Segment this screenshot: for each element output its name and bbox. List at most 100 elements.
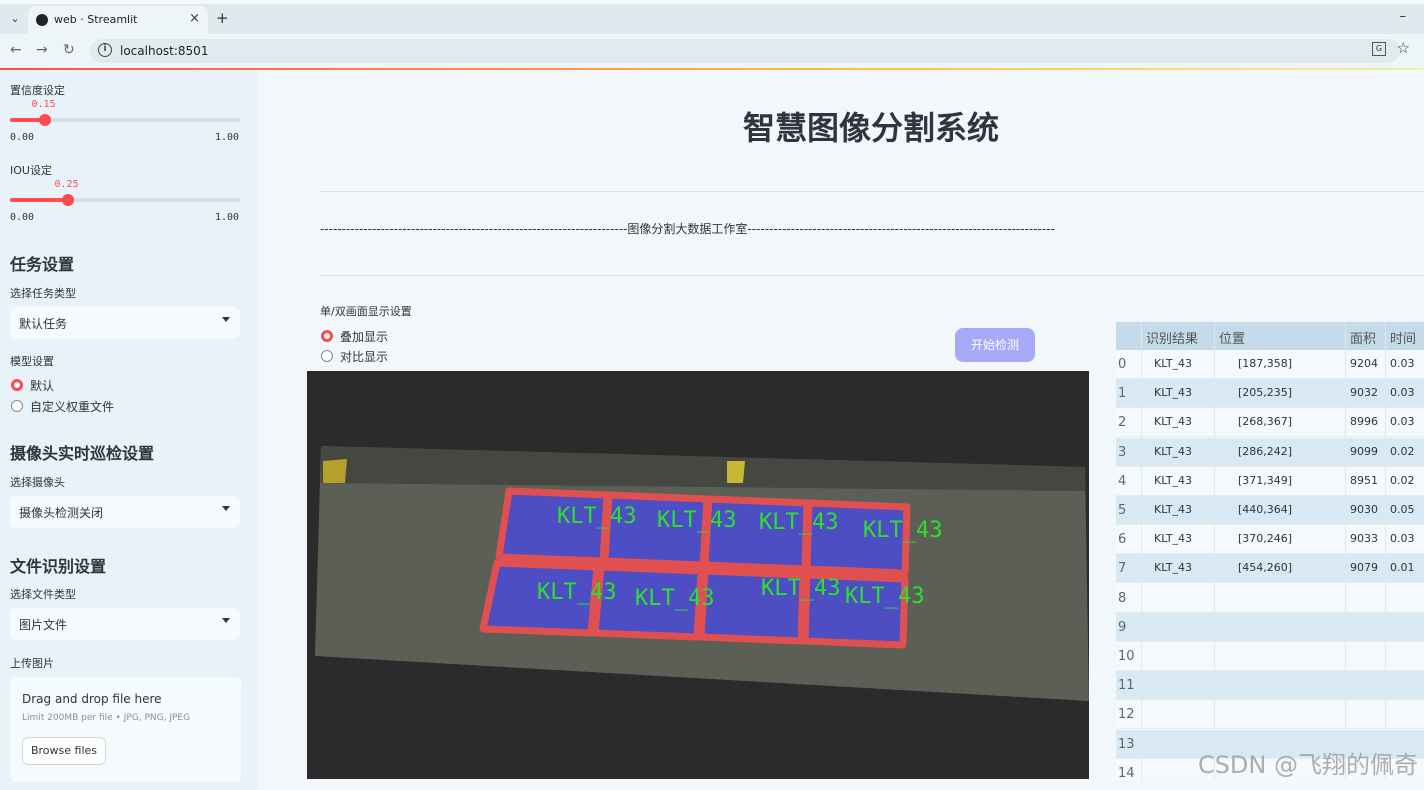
iou-min: 0.00 xyxy=(10,212,35,223)
site-info-icon[interactable]: i xyxy=(98,43,112,57)
tab-list-chevron-icon[interactable]: ⌄ xyxy=(6,10,24,28)
cell-area: 9079 xyxy=(1350,561,1378,575)
table-row: 4 KLT_43 [371,349] 8951 0.02 xyxy=(1116,467,1424,496)
translate-icon[interactable]: G xyxy=(1372,42,1386,56)
yellow-marker xyxy=(323,459,347,483)
confidence-slider[interactable]: 0.15 xyxy=(10,99,240,126)
table-row: 12 xyxy=(1116,700,1424,730)
row-index: 4 xyxy=(1118,473,1127,489)
col-divider xyxy=(1385,322,1386,780)
row-index: 2 xyxy=(1118,415,1127,431)
radio-selected-icon xyxy=(11,379,23,391)
col-divider xyxy=(1141,322,1142,780)
table-row: 6 KLT_43 [370,246] 9033 0.03 xyxy=(1116,525,1424,555)
cell-area: 9032 xyxy=(1350,386,1378,400)
cell-time: 0.03 xyxy=(1390,386,1415,400)
screenshot-frame: ⌄ web · Streamlit × + – ← → ↻ i localhos… xyxy=(0,0,1424,790)
main-content: 智慧图像分割系统 -------------------------------… xyxy=(258,70,1424,790)
cell-time: 0.01 xyxy=(1390,561,1415,575)
row-index: 13 xyxy=(1118,736,1135,752)
header-area[interactable]: 面积 xyxy=(1350,328,1376,347)
camera-select[interactable]: 摄像头检测关闭 xyxy=(10,496,240,528)
url-text: localhost:8501 xyxy=(120,44,209,58)
cell-position: [205,235] xyxy=(1238,386,1293,400)
cell-position: [187,358] xyxy=(1238,357,1293,370)
file-type-select[interactable]: 图片文件 xyxy=(10,608,240,640)
detection-label: KLT_43 xyxy=(761,576,840,601)
cell-area: 9033 xyxy=(1350,532,1378,546)
divider xyxy=(320,275,1424,276)
detection-label: KLT_43 xyxy=(845,584,924,609)
table-row: 0 KLT_43 [187,358] 9204 0.03 xyxy=(1116,350,1424,379)
camera-select-label: 选择摄像头 xyxy=(10,476,65,489)
yellow-post xyxy=(727,461,745,483)
reload-icon[interactable]: ↻ xyxy=(63,42,75,58)
browser-address-bar: ← → ↻ i localhost:8501 G ☆ xyxy=(0,34,1424,68)
confidence-label: 置信度设定 xyxy=(10,84,65,97)
browser-tab[interactable]: web · Streamlit × xyxy=(28,6,208,34)
segmentation-canvas: KLT_43 KLT_43 KLT_43 KLT_43KLT_43 KLT_43 KLT_… xyxy=(315,446,1089,701)
cell-time: 0.02 xyxy=(1390,444,1415,458)
iou-max: 1.00 xyxy=(215,212,240,223)
task-select-label: 选择任务类型 xyxy=(10,287,76,300)
cell-time: 0.02 xyxy=(1390,473,1415,487)
table-row: 7 KLT_43 [454,260] 9079 0.01 xyxy=(1116,554,1424,584)
cell-area: 9030 xyxy=(1350,503,1378,516)
detection-masks: KLT_43 KLT_43 KLT_43 KLT_43KLT_43 KLT_43 KLT_… xyxy=(479,487,942,649)
detection-label: KLT_43 xyxy=(657,508,736,533)
header-time[interactable]: 时间 xyxy=(1390,328,1416,347)
new-tab-icon[interactable]: + xyxy=(216,9,229,27)
start-detection-button[interactable]: 开始检测 xyxy=(955,328,1035,362)
tab-close-icon[interactable]: × xyxy=(189,11,200,26)
row-index: 12 xyxy=(1118,707,1135,723)
cell-position: [454,260] xyxy=(1238,561,1293,575)
chevron-down-icon xyxy=(222,618,230,623)
header-result[interactable]: 识别结果 xyxy=(1146,328,1198,347)
cell-area: 9204 xyxy=(1350,357,1378,370)
cell-result: KLT_43 xyxy=(1154,532,1193,546)
file-select-label: 选择文件类型 xyxy=(10,588,76,601)
iou-slider[interactable]: 0.25 xyxy=(10,179,240,206)
header-position[interactable]: 位置 xyxy=(1219,328,1245,347)
confidence-slider-thumb[interactable] xyxy=(38,114,51,126)
results-table: 识别结果 位置 面积 时间 0 KLT_43 [187,358] 9204 0.03 1 K… xyxy=(1116,322,1424,780)
camera-heading: 摄像头实时巡检设置 xyxy=(10,444,155,463)
result-image: KLT_43 KLT_43 KLT_43 KLT_43 KLT_43 KLT_43 KLT_… xyxy=(307,371,1089,779)
task-select[interactable]: 默认任务 xyxy=(10,307,240,339)
table-row: 3 KLT_43 [286,242] 9099 0.02 xyxy=(1116,437,1424,467)
camera-select-value: 摄像头检测关闭 xyxy=(19,506,104,520)
row-index: 6 xyxy=(1118,532,1127,548)
browse-files-button[interactable]: Browse files xyxy=(22,737,106,765)
cell-position: [371,349] xyxy=(1238,473,1293,487)
page-title: 智慧图像分割系统 xyxy=(742,109,999,147)
display-option-label: 叠加显示 xyxy=(340,330,389,344)
confidence-max: 1.00 xyxy=(215,132,240,143)
studio-banner: ----------------------------------------… xyxy=(320,222,1055,236)
cell-position: [440,364] xyxy=(1238,503,1293,516)
cell-time: 0.03 xyxy=(1390,415,1415,429)
row-index: 1 xyxy=(1118,386,1127,402)
cell-result: KLT_43 xyxy=(1154,415,1193,429)
bookmark-star-icon[interactable]: ☆ xyxy=(1397,39,1410,57)
divider xyxy=(320,191,1424,192)
forward-arrow-icon[interactable]: → xyxy=(36,42,48,58)
watermark: CSDN @飞翔的佩奇 xyxy=(1197,751,1418,779)
file-dropzone[interactable]: Drag and drop file here Limit 200MB per … xyxy=(10,677,241,782)
cell-area: 9099 xyxy=(1350,444,1378,458)
confidence-min: 0.00 xyxy=(10,132,35,143)
url-field[interactable]: i localhost:8501 xyxy=(90,39,1400,63)
iou-slider-thumb[interactable] xyxy=(61,194,74,206)
cell-time: 0.03 xyxy=(1390,532,1415,546)
display-option-label: 对比显示 xyxy=(340,350,389,364)
upload-label: 上传图片 xyxy=(10,657,54,670)
browser-tab-bar: ⌄ web · Streamlit × + – xyxy=(0,4,1424,34)
cell-result: KLT_43 xyxy=(1154,444,1193,458)
detection-label: KLT_43 xyxy=(557,504,636,529)
detection-label: KLT_43 xyxy=(759,510,838,535)
row-index: 3 xyxy=(1118,444,1127,460)
window-minimize-icon[interactable]: – xyxy=(1400,9,1407,24)
detection-label: KLT_43 xyxy=(635,586,714,611)
table-row: 1 KLT_43 [205,235] 9032 0.03 xyxy=(1116,379,1424,409)
model-option-label: 自定义权重文件 xyxy=(30,400,115,414)
back-arrow-icon[interactable]: ← xyxy=(10,42,22,58)
